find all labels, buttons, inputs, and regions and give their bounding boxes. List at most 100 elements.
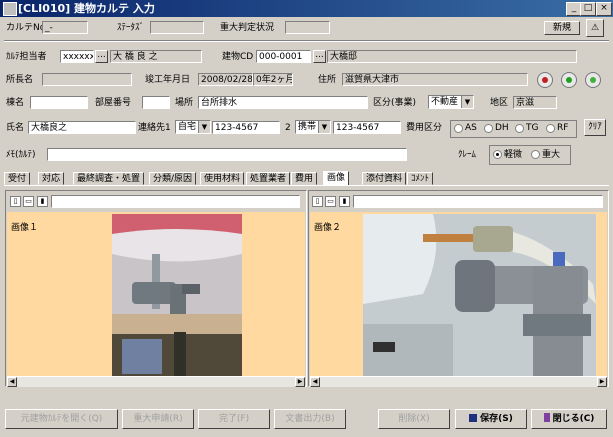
scroll-right-arrow-icon[interactable]: ▶ — [295, 377, 305, 387]
clear-button[interactable]: ｸﾘｱ — [584, 119, 606, 136]
branch-field — [42, 73, 132, 86]
contact1-input[interactable]: 123-4567 — [212, 121, 280, 134]
person-label: ｶﾙﾃ担当者 — [6, 52, 47, 62]
district-label: 地区 — [490, 98, 509, 108]
image-label-2: 画像２ — [314, 223, 342, 233]
window-title: [CLI010] 建物カルテ 入力 — [18, 2, 155, 15]
severe-request-button[interactable]: 重大申請(R) — [122, 409, 194, 429]
close-label: 閉じる(C) — [552, 414, 595, 424]
building-name-input[interactable] — [30, 96, 88, 109]
mode-badge: 新規 — [544, 21, 580, 35]
delete-button[interactable]: 削除(X) — [378, 409, 450, 429]
document-output-button[interactable]: 文書出力(B) — [274, 409, 346, 429]
hscroll-1[interactable]: ◀ ▶ — [7, 376, 305, 387]
tab-vendor[interactable]: 処置業者 — [246, 172, 291, 185]
save-label: 保存(S) — [480, 414, 513, 424]
delete-icon[interactable]: ▮ — [339, 196, 350, 207]
place-label: 場所 — [175, 98, 194, 108]
complete-button[interactable]: 完了(F) — [198, 409, 270, 429]
address-field: 滋賀県大津市 — [342, 73, 528, 86]
scroll-right-arrow-icon[interactable]: ▶ — [597, 377, 607, 387]
open-folder-icon[interactable]: ▭ — [23, 196, 34, 207]
image-path-input-1[interactable] — [51, 195, 300, 208]
tab-classification[interactable]: 分類/原因 — [149, 172, 197, 185]
cost-radio-dh[interactable] — [484, 124, 493, 133]
new-file-icon[interactable]: ▯ — [10, 196, 21, 207]
category-select[interactable]: 不動産 ▼ — [428, 95, 474, 109]
building-name-field: 大橋邸 — [327, 50, 577, 63]
cost-radio-tg[interactable] — [515, 124, 524, 133]
completion-age-field: 0年2ヶ月 — [253, 73, 293, 86]
image-label-1: 画像１ — [11, 223, 39, 233]
warning-icon[interactable]: ⚠ — [586, 19, 604, 37]
tab-images[interactable]: 画像 — [323, 171, 350, 186]
maximize-button[interactable]: □ — [580, 2, 596, 16]
tab-cost[interactable]: 費用 — [291, 172, 318, 185]
door-exit-icon — [543, 413, 550, 422]
contact1-type-select[interactable]: 自宅 ▼ — [175, 120, 211, 134]
tab-underline — [4, 185, 609, 186]
claim-radio-major[interactable] — [531, 150, 540, 159]
building-lookup-button[interactable]: ... — [313, 50, 326, 63]
contact2-label: 2 — [285, 123, 291, 133]
tab-attachments[interactable]: 添付資料 — [362, 172, 407, 185]
image-path-input-2[interactable] — [353, 195, 603, 208]
claim-option-minor: 軽微 — [504, 150, 523, 160]
photo-1[interactable] — [112, 214, 242, 376]
claim-radio-minor[interactable] — [493, 150, 502, 159]
app-icon — [3, 2, 17, 16]
tab-response[interactable]: 対応 — [38, 172, 65, 185]
close-window-button[interactable]: 閉じる(C) — [531, 409, 607, 429]
person-lookup-button[interactable]: ... — [95, 50, 108, 63]
chevron-down-icon: ▼ — [461, 96, 473, 108]
status-field — [150, 21, 204, 34]
name-input[interactable]: 大橋良之 — [28, 121, 136, 134]
cost-radio-as[interactable] — [454, 124, 463, 133]
photo-2[interactable] — [363, 214, 596, 376]
tab-final-investigation[interactable]: 最終調査・処置 — [73, 172, 145, 185]
open-folder-icon[interactable]: ▭ — [325, 196, 336, 207]
save-icon — [469, 414, 478, 422]
memo-input[interactable] — [47, 148, 407, 161]
severity-label: 重大判定状況 — [220, 23, 275, 33]
completion-label: 竣工年月日 — [145, 75, 191, 85]
contact2-type-value: 携帯 — [298, 122, 317, 132]
contact1-type-value: 自宅 — [178, 122, 197, 132]
scroll-left-arrow-icon[interactable]: ◀ — [310, 377, 320, 387]
branch-label: 所長名 — [6, 75, 34, 85]
place-input[interactable]: 台所排水 — [198, 96, 368, 109]
sink-drain-photo-icon — [112, 214, 242, 376]
district-field: 京滋 — [513, 96, 557, 109]
cost-option-dh: DH — [495, 123, 509, 133]
red-status-icon[interactable] — [537, 72, 553, 88]
green-status-icon-2[interactable] — [585, 72, 601, 88]
category-label: 区分(事業) — [373, 98, 417, 108]
room-input[interactable] — [142, 96, 170, 109]
save-button[interactable]: 保存(S) — [455, 409, 527, 429]
scroll-left-arrow-icon[interactable]: ◀ — [7, 377, 17, 387]
tab-reception[interactable]: 受付 — [4, 172, 31, 185]
open-original-karte-button[interactable]: 元建物ｶﾙﾃを開く(Q) — [5, 409, 118, 429]
category-value: 不動産 — [431, 97, 459, 107]
cost-option-tg: TG — [526, 123, 539, 133]
room-label: 部屋番号 — [95, 98, 132, 108]
hscroll-2[interactable]: ◀ ▶ — [310, 376, 607, 387]
delete-icon[interactable]: ▮ — [37, 196, 48, 207]
address-label: 住所 — [318, 75, 337, 85]
green-status-icon[interactable] — [561, 72, 577, 88]
building-cd-field[interactable]: 000-0001 — [256, 50, 311, 63]
completion-date-field: 2008/02/28 — [198, 73, 253, 86]
close-button[interactable]: × — [596, 2, 612, 16]
building-cd-label: 建物CD — [222, 52, 254, 62]
new-file-icon[interactable]: ▯ — [312, 196, 323, 207]
severity-field — [285, 21, 330, 34]
cost-radio-rf[interactable] — [546, 124, 555, 133]
tab-comments[interactable]: ｺﾒﾝﾄ — [407, 172, 434, 185]
cost-label: 費用区分 — [406, 123, 443, 133]
contact2-input[interactable]: 123-4567 — [333, 121, 401, 134]
separator — [4, 40, 609, 42]
contact2-type-select[interactable]: 携帯 ▼ — [295, 120, 331, 134]
tab-materials[interactable]: 使用材料 — [200, 172, 245, 185]
person-code-field[interactable]: xxxxxx — [60, 50, 94, 63]
cost-option-as: AS — [465, 123, 477, 133]
